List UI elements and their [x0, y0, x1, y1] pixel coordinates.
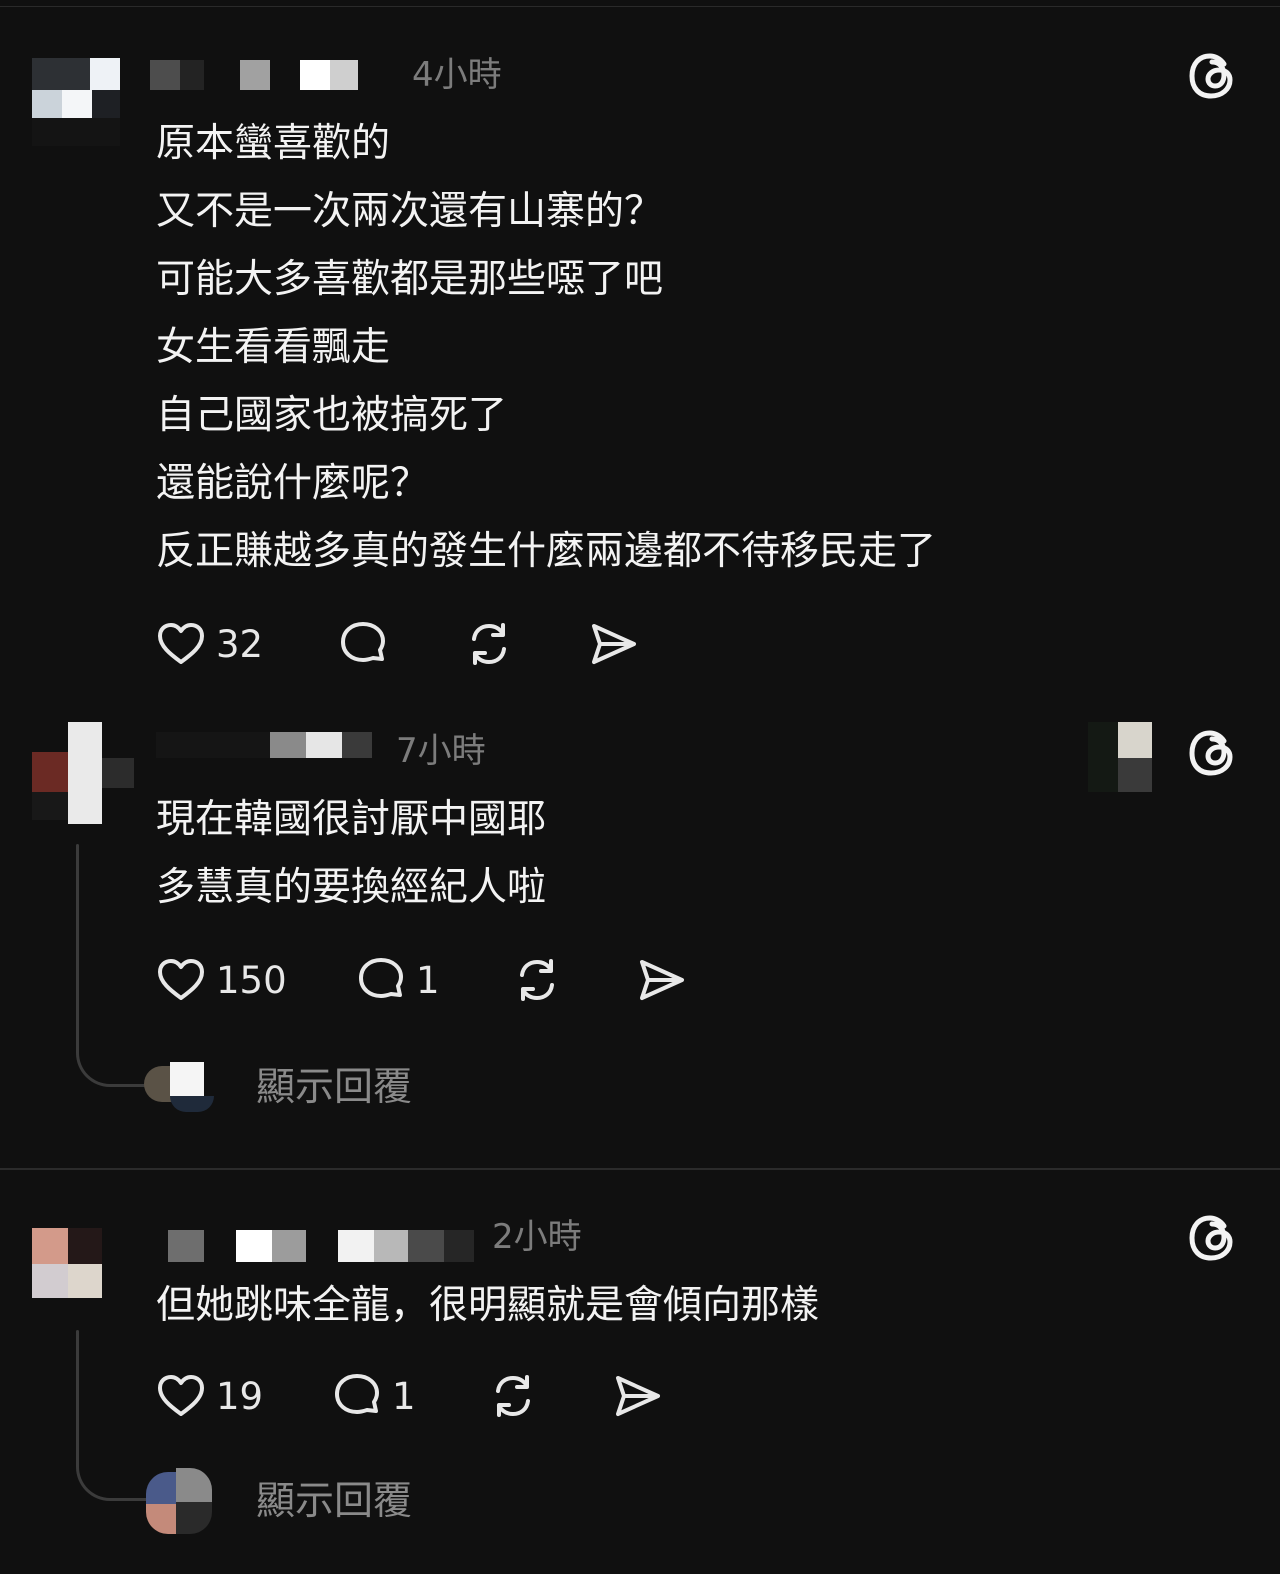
post-text-line: 但她跳味全龍，很明顯就是會傾向那樣 [156, 1283, 820, 1328]
heart-icon [158, 1375, 204, 1416]
send-icon [616, 1376, 660, 1416]
username-redacted[interactable] [168, 1230, 478, 1262]
comment-count: 1 [392, 1374, 416, 1418]
repost-button[interactable] [486, 1368, 540, 1424]
comment-button[interactable]: 1 [330, 1368, 416, 1424]
reply-avatar-redacted [142, 1468, 214, 1534]
thread-connector-curve [76, 1462, 149, 1501]
comment-bubble-icon [335, 1374, 379, 1414]
share-button[interactable] [610, 1368, 664, 1424]
post-timestamp: 2小時 [492, 1217, 582, 1257]
like-button[interactable]: 19 [154, 1368, 263, 1424]
threads-logo-icon[interactable] [1186, 1212, 1238, 1264]
show-replies-link[interactable]: 顯示回覆 [256, 1482, 412, 1521]
repost-icon [496, 1375, 530, 1417]
post-body: 但她跳味全龍，很明顯就是會傾向那樣 [156, 1272, 819, 1340]
avatar[interactable] [32, 1228, 104, 1300]
post-3: 2小時 但她跳味全龍，很明顯就是會傾向那樣 19 1 顯示回覆 [0, 0, 1280, 1574]
like-count: 19 [216, 1374, 264, 1418]
action-bar: 19 1 [154, 1368, 694, 1424]
thread-connector-line [76, 1330, 79, 1464]
